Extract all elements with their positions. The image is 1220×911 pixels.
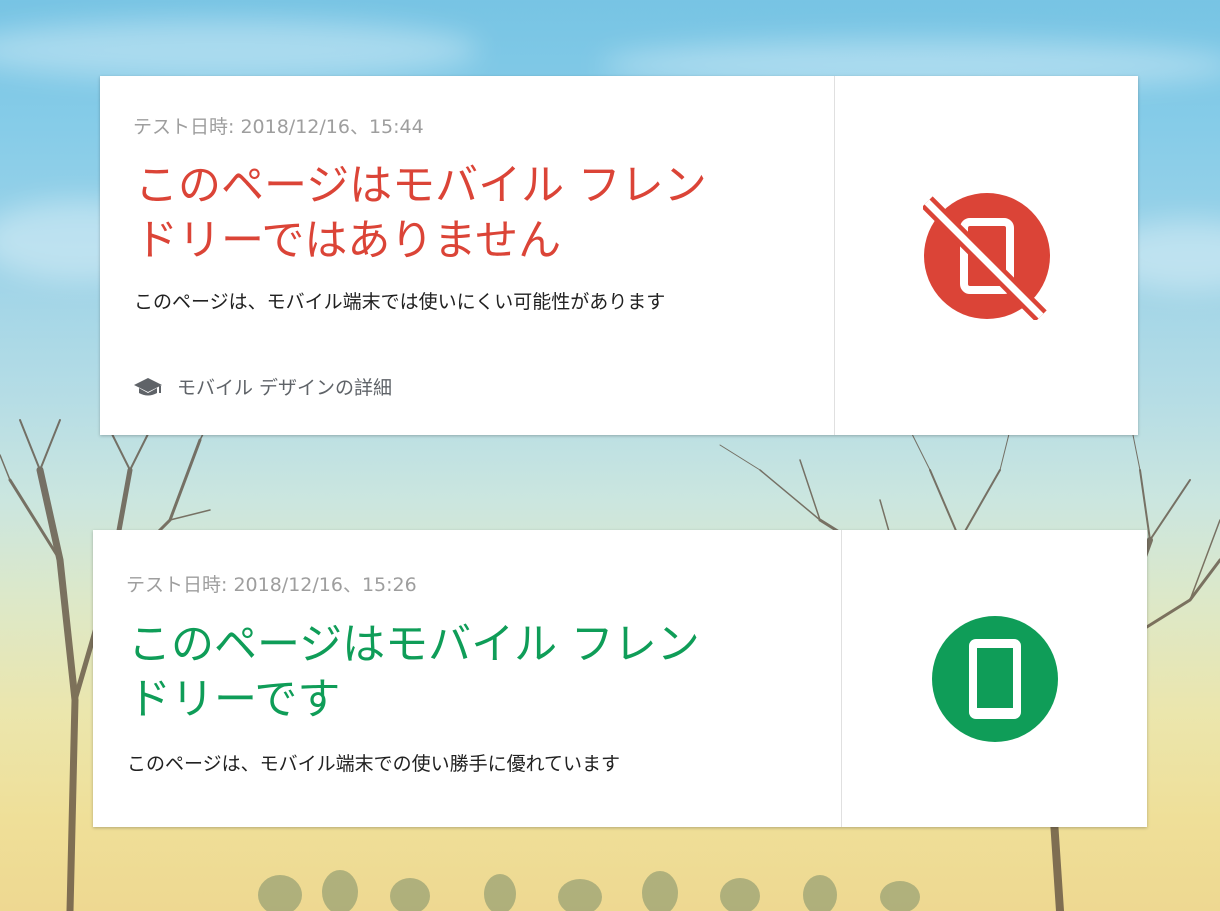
result-headline: このページはモバイル フレン ドリーではありません — [135, 159, 707, 269]
test-date: テスト日時: 2018/12/16、15:26 — [126, 574, 417, 596]
test-date: テスト日時: 2018/12/16、15:44 — [133, 116, 424, 138]
result-description: このページは、モバイル端末での使い勝手に優れています — [127, 753, 621, 775]
result-summary: テスト日時: 2018/12/16、15:44 このページはモバイル フレン ド… — [100, 76, 834, 435]
mobile-off-icon — [922, 192, 1050, 320]
learn-mobile-design-label: モバイル デザインの詳細 — [177, 377, 393, 399]
result-card-not-friendly: テスト日時: 2018/12/16、15:44 このページはモバイル フレン ド… — [100, 76, 1138, 435]
result-card-friendly: テスト日時: 2018/12/16、15:26 このページはモバイル フレン ド… — [93, 530, 1147, 827]
headline-line-1: このページはモバイル フレン — [135, 161, 707, 211]
headline-line-1: このページはモバイル フレン — [128, 620, 700, 670]
status-icon-panel — [834, 76, 1138, 435]
mobile-friendly-icon — [931, 615, 1058, 742]
learn-mobile-design-link[interactable]: モバイル デザインの詳細 — [133, 373, 392, 400]
status-icon-panel — [841, 530, 1147, 827]
graduation-cap-icon — [134, 377, 162, 395]
headline-line-2: ドリーではありません — [135, 216, 562, 266]
result-description: このページは、モバイル端末では使いにくい可能性があります — [134, 291, 666, 313]
headline-line-2: ドリーです — [128, 675, 341, 725]
result-headline: このページはモバイル フレン ドリーです — [128, 618, 700, 728]
result-summary: テスト日時: 2018/12/16、15:26 このページはモバイル フレン ド… — [93, 530, 841, 827]
